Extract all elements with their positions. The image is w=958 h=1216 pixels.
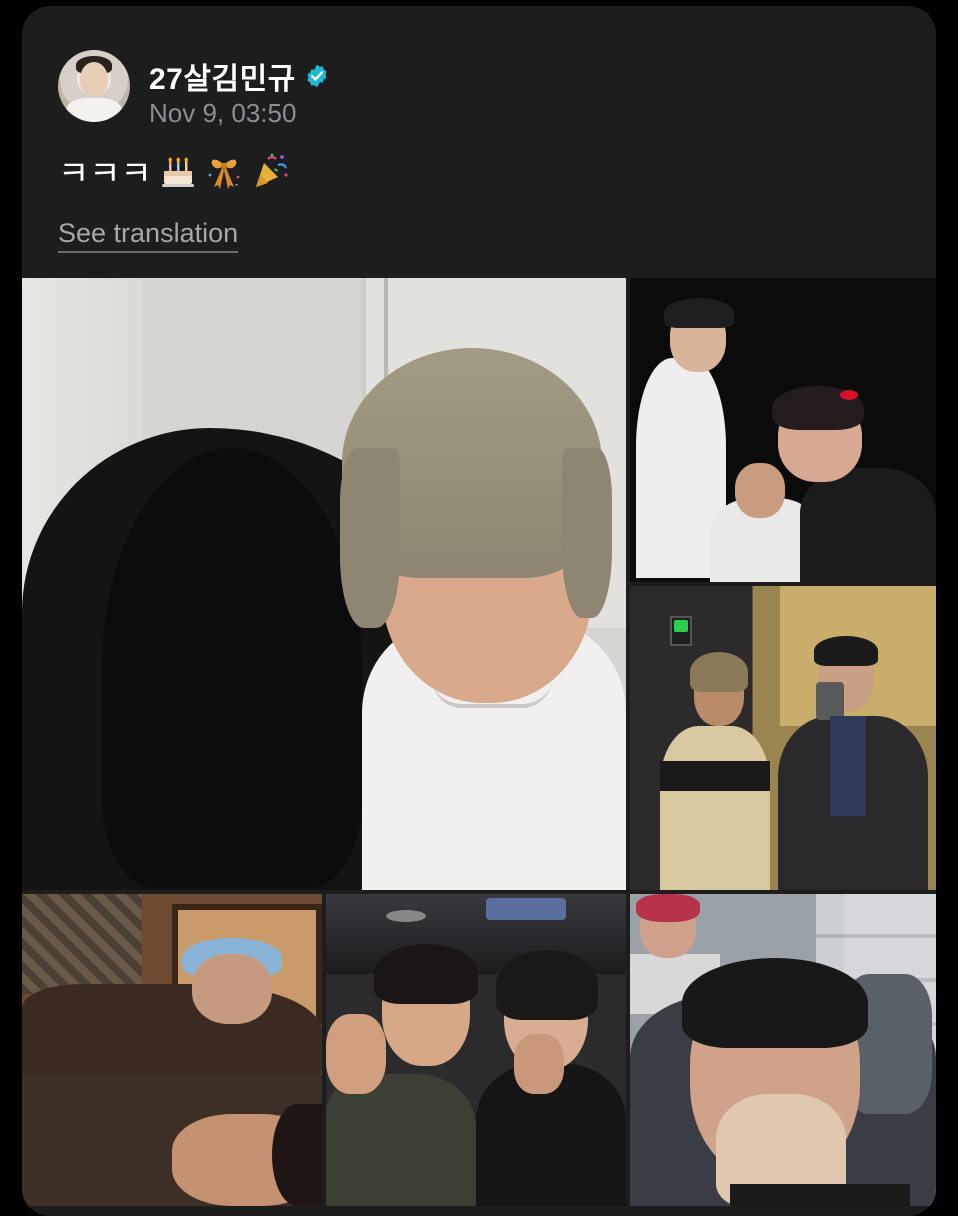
post-text: ㅋㅋㅋ (58, 155, 152, 193)
birthday-cake-icon (161, 157, 194, 187)
photo-night-group[interactable] (630, 278, 936, 582)
post-body: ㅋㅋㅋ (58, 146, 290, 195)
photo-bus-two[interactable] (326, 894, 626, 1206)
see-translation-link[interactable]: See translation (58, 218, 239, 253)
party-popper-icon (255, 153, 288, 187)
verified-badge-icon (307, 64, 327, 88)
post-card: 27살김민규 Nov 9, 03:50 ㅋㅋㅋ See translation (22, 6, 936, 1216)
username[interactable]: 27살김민규 (149, 54, 296, 98)
ribbon-icon (208, 159, 240, 189)
avatar[interactable] (58, 50, 130, 122)
photo-street-mirror[interactable] (630, 586, 936, 890)
photo-selfie-blonde-hair[interactable] (22, 278, 626, 890)
username-row: 27살김민규 (149, 54, 330, 98)
photo-lying-bed[interactable] (22, 894, 322, 1206)
post-timestamp: Nov 9, 03:50 (149, 98, 297, 128)
photo-train-mask[interactable] (630, 894, 936, 1206)
